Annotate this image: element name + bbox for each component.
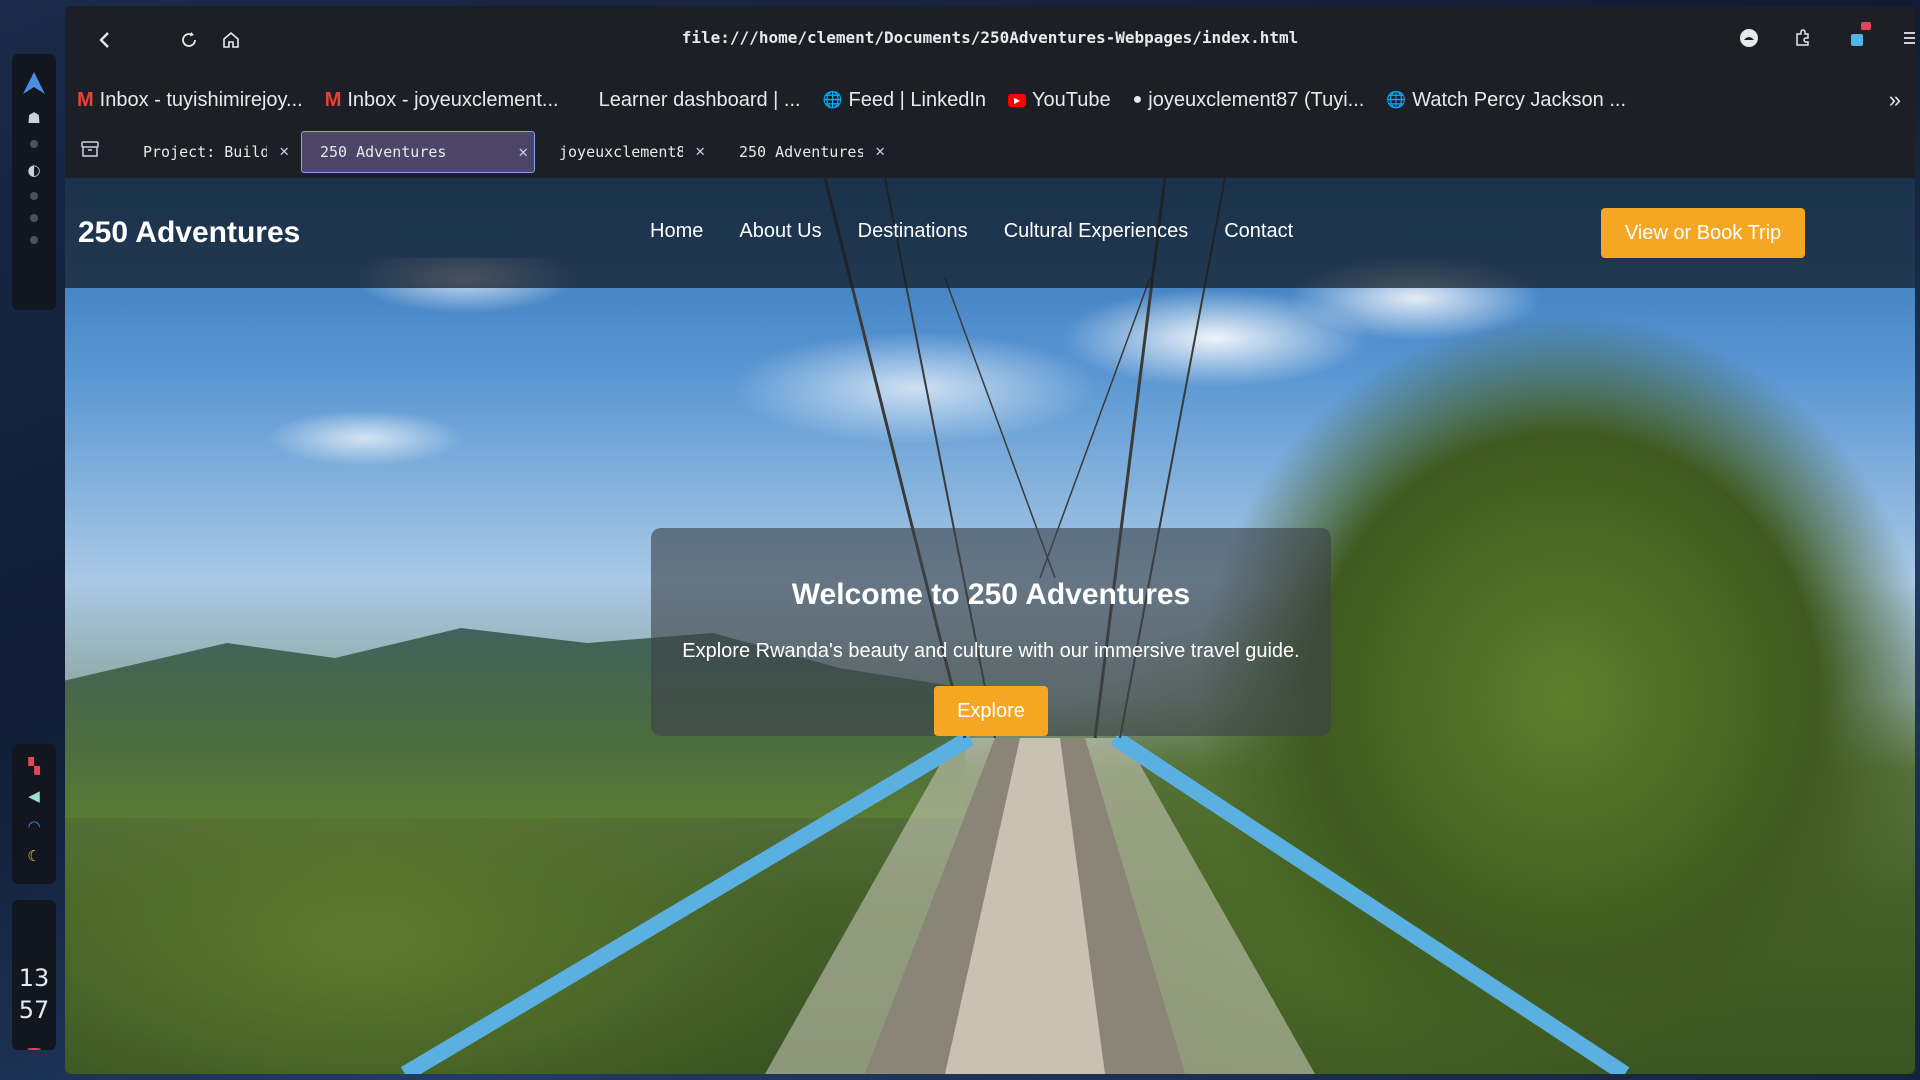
nav-destinations[interactable]: Destinations xyxy=(858,220,968,243)
explore-button[interactable]: Explore xyxy=(934,686,1048,736)
wifi-icon[interactable]: ◠ xyxy=(27,818,40,834)
site-brand[interactable]: 250 Adventures xyxy=(78,216,300,250)
dock-clock: 13 57 xyxy=(12,900,56,1050)
gmail-icon: M xyxy=(324,88,342,111)
nav-cultural-experiences[interactable]: Cultural Experiences xyxy=(1004,220,1189,243)
tab-project-build[interactable]: Project: Build ✕ xyxy=(125,131,295,173)
extension-puzzle-icon[interactable] xyxy=(1791,26,1815,50)
bookmark-percy-jackson[interactable]: 🌐 Watch Percy Jackson ... xyxy=(1386,89,1626,112)
bookmark-youtube[interactable]: ▶ YouTube xyxy=(1008,89,1111,112)
site-header: 250 Adventures Home About Us Destination… xyxy=(65,178,1915,288)
toolbar-extensions xyxy=(1737,22,1915,50)
workspace-dot[interactable] xyxy=(30,214,38,222)
browser-window: file:///home/clement/Documents/250Advent… xyxy=(65,6,1915,1074)
tab-250-adventures-active[interactable]: 250 Adventures ✕ xyxy=(301,131,535,173)
ghost-icon[interactable]: ☗ xyxy=(27,110,40,126)
tab-joyeuxclement[interactable]: joyeuxclement87 ✕ xyxy=(541,131,711,173)
workspace-dot[interactable] xyxy=(30,140,38,148)
nav-contact[interactable]: Contact xyxy=(1224,220,1293,243)
nav-about-us[interactable]: About Us xyxy=(739,220,821,243)
dock-workspaces: ☗ ◐ xyxy=(12,54,56,310)
tab-strip: Project: Build ✕ 250 Adventures ✕ joyeux… xyxy=(65,126,1915,176)
hero-title: Welcome to 250 Adventures xyxy=(791,578,1191,611)
hero-subtitle: Explore Rwanda's beauty and culture with… xyxy=(682,640,1300,662)
bookmarks-overflow-icon[interactable]: » xyxy=(1889,87,1901,113)
archive-icon[interactable] xyxy=(79,138,103,162)
arch-logo-icon[interactable] xyxy=(21,70,47,96)
globe-icon: 🌐 xyxy=(1386,92,1407,109)
moon-icon[interactable]: ◐ xyxy=(27,162,40,178)
page-viewport: 250 Adventures Home About Us Destination… xyxy=(65,178,1915,1074)
apps-grid-icon[interactable]: ▚ xyxy=(28,758,40,774)
youtube-icon: ▶ xyxy=(1008,93,1027,107)
bookmarks-bar: M Inbox - tuyishimirejoy... M Inbox - jo… xyxy=(65,74,1915,126)
github-icon: ● xyxy=(1132,91,1143,108)
clock-hour: 13 xyxy=(18,964,50,992)
system-dock: ☗ ◐ ▚ ◀ ◠ ☾ 13 57 xyxy=(12,54,56,1054)
close-tab-icon[interactable]: ✕ xyxy=(695,141,705,160)
hero-card: Welcome to 250 Adventures Explore Rwanda… xyxy=(651,528,1331,736)
bookmark-github[interactable]: ● joyeuxclement87 (Tuyi... xyxy=(1133,89,1365,112)
address-bar[interactable]: file:///home/clement/Documents/250Advent… xyxy=(65,28,1915,47)
site-nav: Home About Us Destinations Cultural Expe… xyxy=(650,220,1293,243)
notification-extension-icon[interactable] xyxy=(1845,22,1871,50)
close-tab-icon[interactable]: ✕ xyxy=(875,141,885,160)
close-tab-icon[interactable]: ✕ xyxy=(279,141,289,160)
gmail-icon: M xyxy=(77,88,94,111)
nav-home[interactable]: Home xyxy=(650,220,703,243)
bookmark-gmail-1[interactable]: M Inbox - tuyishimirejoy... xyxy=(77,89,303,112)
clock-minute: 57 xyxy=(18,996,50,1024)
tab-250-adventures[interactable]: 250 Adventures ✕ xyxy=(721,131,891,173)
night-mode-icon[interactable]: ☾ xyxy=(27,848,40,864)
menu-icon[interactable] xyxy=(1899,26,1915,50)
bookmark-gmail-2[interactable]: M Inbox - joyeuxclement... xyxy=(325,89,559,112)
power-icon[interactable] xyxy=(27,1048,41,1050)
ublock-icon[interactable] xyxy=(1737,26,1761,50)
close-tab-icon[interactable]: ✕ xyxy=(518,142,528,161)
bookmark-learner-dashboard[interactable]: Learner dashboard | ... xyxy=(599,89,801,112)
book-trip-button[interactable]: View or Book Trip xyxy=(1601,208,1805,258)
workspace-dot[interactable] xyxy=(30,236,38,244)
globe-icon: 🌐 xyxy=(822,92,843,109)
workspace-dot[interactable] xyxy=(30,192,38,200)
bookmark-linkedin[interactable]: 🌐 Feed | LinkedIn xyxy=(823,89,986,112)
dock-tray: ▚ ◀ ◠ ☾ xyxy=(12,744,56,884)
volume-icon[interactable]: ◀ xyxy=(28,788,40,804)
browser-toolbar: file:///home/clement/Documents/250Advent… xyxy=(65,6,1915,74)
